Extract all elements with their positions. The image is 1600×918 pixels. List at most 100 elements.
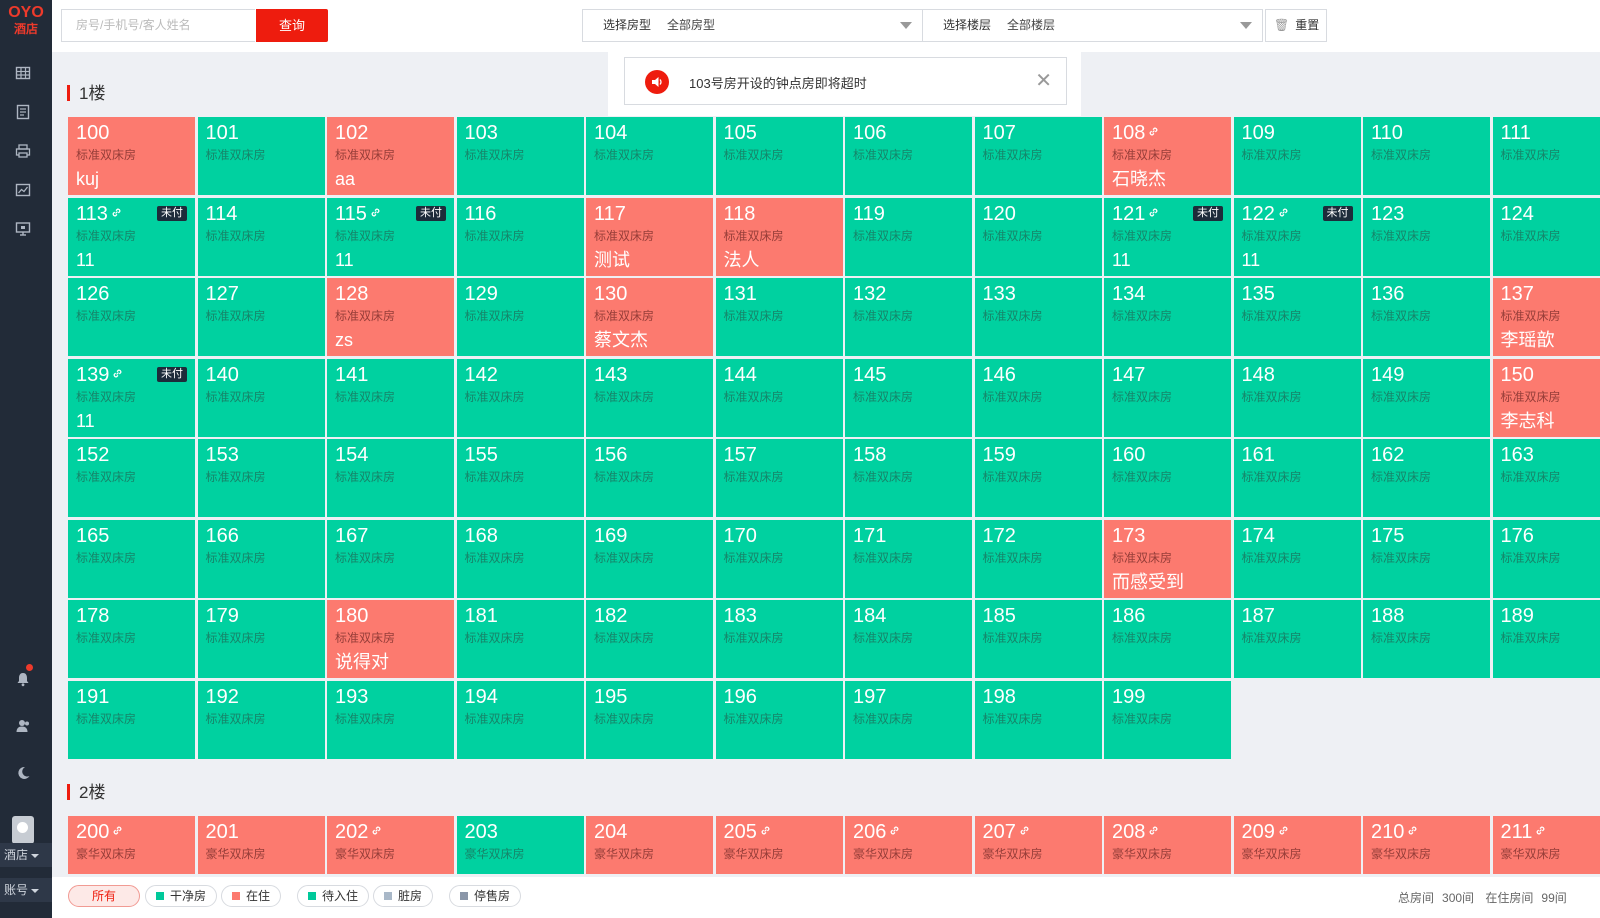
room-tile[interactable]: 205 豪华双床房 bbox=[715, 816, 843, 874]
room-tile[interactable]: 162 标准双床房 bbox=[1363, 439, 1490, 517]
room-tile[interactable]: 136 标准双床房 bbox=[1363, 278, 1490, 356]
room-tile[interactable]: 185 标准双床房 bbox=[974, 600, 1102, 678]
room-tile[interactable]: 193 标准双床房 bbox=[327, 680, 454, 759]
room-tile[interactable]: 175 标准双床房 bbox=[1363, 519, 1490, 598]
room-tile[interactable]: 158 标准双床房 bbox=[845, 439, 972, 517]
close-icon[interactable]: ✕ bbox=[1035, 71, 1052, 91]
room-tile[interactable]: 102 标准双床房 aa bbox=[327, 117, 454, 195]
legend-occupied[interactable]: 在住 bbox=[221, 885, 282, 907]
room-tile[interactable]: 154 标准双床房 bbox=[327, 439, 454, 517]
room-tile[interactable]: 152 标准双床房 bbox=[68, 439, 195, 517]
room-tile[interactable]: 194 标准双床房 bbox=[456, 680, 584, 759]
room-tile[interactable]: 153 标准双床房 bbox=[197, 439, 325, 517]
room-tile[interactable]: 135 标准双床房 bbox=[1233, 278, 1361, 356]
room-tile[interactable]: 103 标准双床房 bbox=[456, 117, 584, 195]
room-tile[interactable]: 100 标准双床房 kuj bbox=[68, 117, 195, 195]
search-button[interactable]: 查询 bbox=[256, 9, 328, 42]
room-tile[interactable]: 129 标准双床房 bbox=[456, 278, 584, 356]
room-tile[interactable]: 148 标准双床房 bbox=[1233, 358, 1361, 437]
room-tile[interactable]: 116 标准双床房 bbox=[456, 197, 584, 276]
room-tile[interactable]: 137 标准双床房 李瑶歆 bbox=[1492, 278, 1600, 356]
room-tile[interactable]: 180 标准双床房 说得对 bbox=[327, 600, 454, 678]
room-tile[interactable]: 211 豪华双床房 bbox=[1492, 816, 1600, 874]
room-tile[interactable]: 120 标准双床房 bbox=[974, 197, 1102, 276]
room-tile[interactable]: 168 标准双床房 bbox=[456, 519, 584, 598]
account-menu[interactable]: 账号 bbox=[0, 878, 52, 902]
room-tile[interactable]: 157 标准双床房 bbox=[715, 439, 843, 517]
room-tile[interactable]: 147 标准双床房 bbox=[1104, 358, 1231, 437]
room-tile[interactable]: 198 标准双床房 bbox=[974, 680, 1102, 759]
room-tile[interactable]: 210 豪华双床房 bbox=[1363, 816, 1490, 874]
room-tile[interactable]: 192 标准双床房 bbox=[197, 680, 325, 759]
chart-icon[interactable] bbox=[14, 181, 32, 199]
bell-icon[interactable] bbox=[14, 670, 32, 688]
room-tile[interactable]: 170 标准双床房 bbox=[715, 519, 843, 598]
room-tile[interactable]: 186 标准双床房 bbox=[1104, 600, 1231, 678]
room-tile[interactable]: 197 标准双床房 bbox=[845, 680, 972, 759]
brand-logo[interactable]: OYO 酒店 bbox=[0, 4, 52, 36]
room-tile[interactable]: 206 豪华双床房 bbox=[845, 816, 972, 874]
printer-icon[interactable] bbox=[14, 142, 32, 160]
room-tile[interactable]: 172 标准双床房 bbox=[974, 519, 1102, 598]
room-tile[interactable]: 199 标准双床房 bbox=[1104, 680, 1231, 759]
room-tile[interactable]: 191 标准双床房 bbox=[68, 680, 195, 759]
room-tile[interactable]: 159 标准双床房 bbox=[974, 439, 1102, 517]
room-tile[interactable]: 132 标准双床房 bbox=[845, 278, 972, 356]
room-tile[interactable]: 179 标准双床房 bbox=[197, 600, 325, 678]
room-tile[interactable]: 176 标准双床房 bbox=[1492, 519, 1600, 598]
room-tile[interactable]: 204 豪华双床房 bbox=[586, 816, 713, 874]
room-tile[interactable]: 184 标准双床房 bbox=[845, 600, 972, 678]
room-tile[interactable]: 173 标准双床房 而感受到 bbox=[1104, 519, 1231, 598]
grid-icon[interactable] bbox=[14, 64, 32, 82]
room-tile[interactable]: 104 标准双床房 bbox=[586, 117, 713, 195]
room-tile[interactable]: 145 标准双床房 bbox=[845, 358, 972, 437]
room-tile[interactable]: 109 标准双床房 bbox=[1233, 117, 1361, 195]
room-tile[interactable]: 115 标准双床房 11 未付 bbox=[327, 197, 454, 276]
room-tile[interactable]: 117 标准双床房 测试 bbox=[586, 197, 713, 276]
room-tile[interactable]: 130 标准双床房 蔡文杰 bbox=[586, 278, 713, 356]
room-tile[interactable]: 107 标准双床房 bbox=[974, 117, 1102, 195]
room-tile[interactable]: 127 标准双床房 bbox=[197, 278, 325, 356]
room-tile[interactable]: 150 标准双床房 李志科 bbox=[1492, 358, 1600, 437]
floor-select[interactable]: 选择楼层 全部楼层 bbox=[922, 9, 1263, 42]
room-tile[interactable]: 111 标准双床房 bbox=[1492, 117, 1600, 195]
legend-all[interactable]: 所有 bbox=[68, 885, 140, 907]
room-tile[interactable]: 200 豪华双床房 bbox=[68, 816, 195, 874]
room-tile[interactable]: 133 标准双床房 bbox=[974, 278, 1102, 356]
room-tile[interactable]: 167 标准双床房 bbox=[327, 519, 454, 598]
room-tile[interactable]: 156 标准双床房 bbox=[586, 439, 713, 517]
legend-awaiting-checkin[interactable]: 待入住 bbox=[297, 885, 370, 907]
room-tile[interactable]: 128 标准双床房 zs bbox=[327, 278, 454, 356]
room-tile[interactable]: 114 标准双床房 bbox=[197, 197, 325, 276]
room-tile[interactable]: 207 豪华双床房 bbox=[974, 816, 1102, 874]
room-tile[interactable]: 155 标准双床房 bbox=[456, 439, 584, 517]
room-tile[interactable]: 101 标准双床房 bbox=[197, 117, 325, 195]
room-tile[interactable]: 202 豪华双床房 bbox=[327, 816, 454, 874]
room-tile[interactable]: 119 标准双床房 bbox=[845, 197, 972, 276]
room-tile[interactable]: 182 标准双床房 bbox=[586, 600, 713, 678]
room-tile[interactable]: 163 标准双床房 bbox=[1492, 439, 1600, 517]
room-tile[interactable]: 121 标准双床房 11 未付 bbox=[1104, 197, 1231, 276]
room-tile[interactable]: 161 标准双床房 bbox=[1233, 439, 1361, 517]
room-tile[interactable]: 160 标准双床房 bbox=[1104, 439, 1231, 517]
room-tile[interactable]: 203 豪华双床房 bbox=[456, 816, 584, 874]
room-tile[interactable]: 122 标准双床房 11 未付 bbox=[1233, 197, 1361, 276]
room-tile[interactable]: 178 标准双床房 bbox=[68, 600, 195, 678]
room-tile[interactable]: 174 标准双床房 bbox=[1233, 519, 1361, 598]
room-tile[interactable]: 124 标准双床房 bbox=[1492, 197, 1600, 276]
room-tile[interactable]: 166 标准双床房 bbox=[197, 519, 325, 598]
room-tile[interactable]: 208 豪华双床房 bbox=[1104, 816, 1231, 874]
room-tile[interactable]: 142 标准双床房 bbox=[456, 358, 584, 437]
room-tile[interactable]: 108 标准双床房 石晓杰 bbox=[1104, 117, 1231, 195]
search-input[interactable]: 房号/手机号/客人姓名 bbox=[61, 9, 255, 42]
room-tile[interactable]: 143 标准双床房 bbox=[586, 358, 713, 437]
room-tile[interactable]: 126 标准双床房 bbox=[68, 278, 195, 356]
room-tile[interactable]: 106 标准双床房 bbox=[845, 117, 972, 195]
room-tile[interactable]: 131 标准双床房 bbox=[715, 278, 843, 356]
room-tile[interactable]: 195 标准双床房 bbox=[586, 680, 713, 759]
legend-out-of-service[interactable]: 停售房 bbox=[449, 885, 522, 907]
room-tile[interactable]: 169 标准双床房 bbox=[586, 519, 713, 598]
legend-clean[interactable]: 干净房 bbox=[145, 885, 218, 907]
room-tile[interactable]: 188 标准双床房 bbox=[1363, 600, 1490, 678]
room-tile[interactable]: 146 标准双床房 bbox=[974, 358, 1102, 437]
